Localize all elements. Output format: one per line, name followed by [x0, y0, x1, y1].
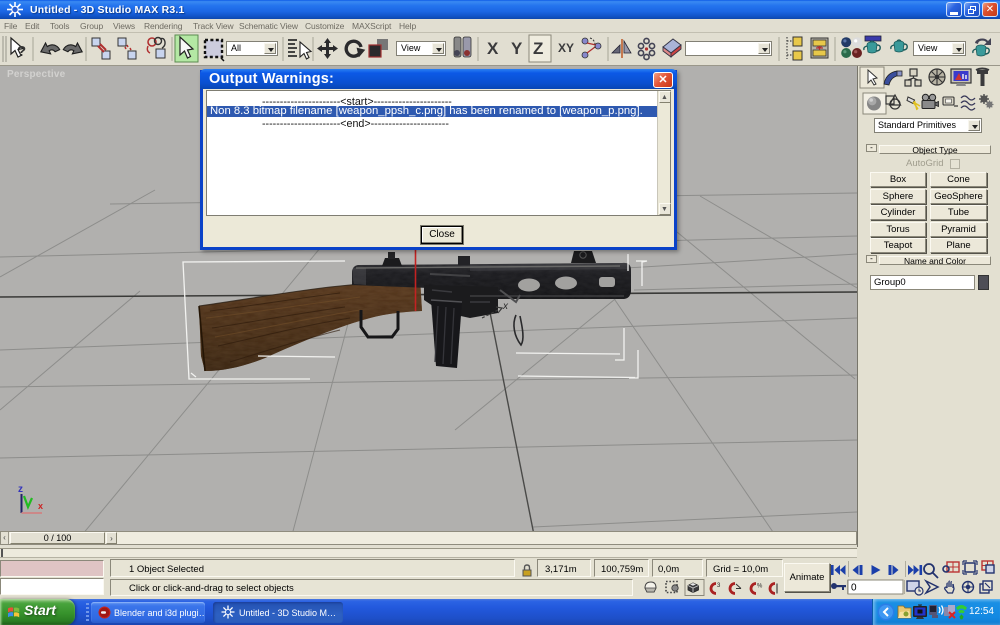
svg-text:0: 0: [851, 583, 857, 594]
svg-text:?: ?: [17, 43, 26, 60]
svg-text:Z: Z: [533, 39, 543, 58]
svg-text:x: x: [502, 301, 509, 312]
svg-text:XY: XY: [558, 41, 574, 55]
svg-text:Y: Y: [511, 39, 523, 58]
svg-text:x: x: [38, 501, 43, 511]
svg-text:z: z: [18, 484, 23, 495]
svg-text:%: %: [757, 584, 763, 590]
svg-text:X: X: [487, 39, 499, 58]
svg-text:3: 3: [717, 583, 721, 589]
